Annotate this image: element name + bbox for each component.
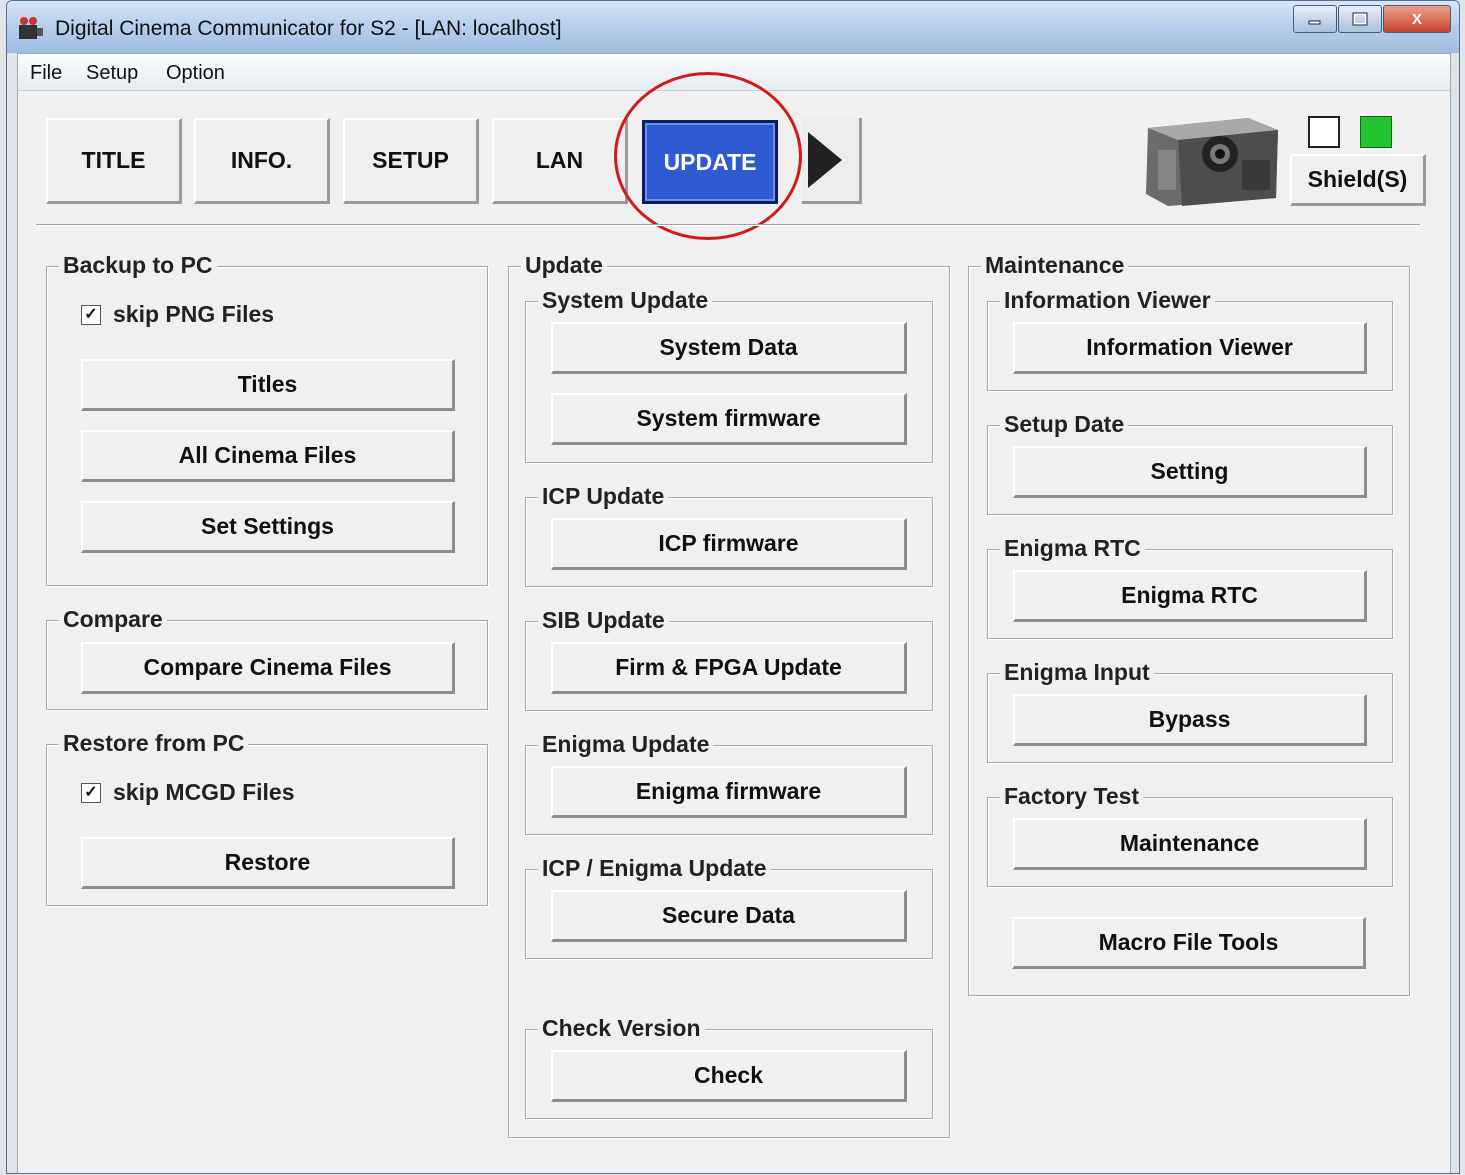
setting-button[interactable]: Setting <box>1013 446 1367 498</box>
maintenance-button[interactable]: Maintenance <box>1013 818 1367 870</box>
enigma-input-legend: Enigma Input <box>1000 659 1154 686</box>
tab-arrow-button[interactable] <box>802 118 862 204</box>
icp-firmware-button[interactable]: ICP firmware <box>551 518 907 570</box>
sib-update-legend: SIB Update <box>538 607 669 634</box>
window-title: Digital Cinema Communicator for S2 - [LA… <box>55 17 562 40</box>
update-legend: Update <box>521 252 607 279</box>
system-firmware-button[interactable]: System firmware <box>551 393 907 445</box>
restore-from-pc-group: Restore from PC ✓ skip MCGD Files Restor… <box>46 730 488 906</box>
system-update-group: System Update System Data System firmwar… <box>525 287 933 463</box>
titles-button[interactable]: Titles <box>81 359 455 411</box>
app-window: Digital Cinema Communicator for S2 - [LA… <box>6 0 1460 1174</box>
all-cinema-files-button[interactable]: All Cinema Files <box>81 430 455 482</box>
menu-option[interactable]: Option <box>166 62 225 85</box>
compare-legend: Compare <box>59 606 167 633</box>
separator <box>36 224 1420 226</box>
setup-date-legend: Setup Date <box>1000 411 1129 438</box>
backup-to-pc-group: Backup to PC ✓ skip PNG Files Titles All… <box>46 252 488 586</box>
close-glyph: X <box>1411 10 1422 28</box>
compare-group: Compare Compare Cinema Files <box>46 606 488 710</box>
check-button[interactable]: Check <box>551 1050 907 1102</box>
icp-enigma-update-group: ICP / Enigma Update Secure Data <box>525 855 933 959</box>
menu-bar: File Setup Option <box>18 54 1450 91</box>
system-data-button[interactable]: System Data <box>551 322 907 374</box>
projector-icon <box>1146 118 1278 206</box>
information-viewer-group: Information Viewer Information Viewer <box>987 287 1393 391</box>
checkbox-icon: ✓ <box>81 782 101 803</box>
icp-enigma-update-legend: ICP / Enigma Update <box>538 855 771 882</box>
tab-lan[interactable]: LAN <box>492 118 628 204</box>
secure-data-button[interactable]: Secure Data <box>551 890 907 942</box>
factory-test-legend: Factory Test <box>1000 783 1144 810</box>
check-version-legend: Check Version <box>538 1015 705 1042</box>
macro-file-tools-button[interactable]: Macro File Tools <box>1012 917 1366 969</box>
tab-setup[interactable]: SETUP <box>343 118 479 204</box>
tab-info[interactable]: INFO. <box>194 118 330 204</box>
set-settings-button[interactable]: Set Settings <box>81 501 455 553</box>
menu-setup[interactable]: Setup <box>86 62 138 85</box>
check-version-group: Check Version Check <box>525 1015 933 1119</box>
minimize-icon[interactable] <box>1293 5 1337 33</box>
title-bar[interactable]: Digital Cinema Communicator for S2 - [LA… <box>7 1 1459 53</box>
enigma-rtc-button[interactable]: Enigma RTC <box>1013 570 1367 622</box>
skip-mcgd-label: skip MCGD Files <box>113 779 295 805</box>
status-indicator-2 <box>1360 116 1392 148</box>
tab-title[interactable]: TITLE <box>46 118 182 204</box>
icp-update-group: ICP Update ICP firmware <box>525 483 933 587</box>
information-viewer-legend: Information Viewer <box>1000 287 1215 314</box>
restore-button[interactable]: Restore <box>81 837 455 889</box>
skip-mcgd-checkbox[interactable]: ✓ skip MCGD Files <box>81 779 294 806</box>
app-icon <box>19 17 43 39</box>
maintenance-group: Maintenance Information Viewer Informati… <box>968 252 1410 996</box>
checkbox-icon: ✓ <box>81 304 101 325</box>
icp-update-legend: ICP Update <box>538 483 669 510</box>
backup-legend: Backup to PC <box>59 252 217 279</box>
close-icon[interactable]: X <box>1383 5 1451 33</box>
enigma-input-group: Enigma Input Bypass <box>987 659 1393 763</box>
update-group: Update System Update System Data System … <box>508 252 950 1138</box>
enigma-rtc-legend: Enigma RTC <box>1000 535 1145 562</box>
arrow-right-icon <box>808 132 842 188</box>
tab-update[interactable]: UPDATE <box>642 120 778 204</box>
enigma-update-group: Enigma Update Enigma firmware <box>525 731 933 835</box>
sib-update-group: SIB Update Firm & FPGA Update <box>525 607 933 711</box>
compare-cinema-files-button[interactable]: Compare Cinema Files <box>81 642 455 694</box>
maximize-icon[interactable] <box>1338 5 1382 33</box>
information-viewer-button[interactable]: Information Viewer <box>1013 322 1367 374</box>
factory-test-group: Factory Test Maintenance <box>987 783 1393 887</box>
skip-png-label: skip PNG Files <box>113 301 275 327</box>
menu-file[interactable]: File <box>30 62 62 85</box>
enigma-rtc-group: Enigma RTC Enigma RTC <box>987 535 1393 639</box>
skip-png-checkbox[interactable]: ✓ skip PNG Files <box>81 301 274 328</box>
restore-legend: Restore from PC <box>59 730 249 757</box>
setup-date-group: Setup Date Setting <box>987 411 1393 515</box>
status-indicator-1 <box>1308 116 1340 148</box>
bypass-button[interactable]: Bypass <box>1013 694 1367 746</box>
maintenance-legend: Maintenance <box>981 252 1129 279</box>
shield-button[interactable]: Shield(S) <box>1290 154 1426 206</box>
system-update-legend: System Update <box>538 287 713 314</box>
enigma-firmware-button[interactable]: Enigma firmware <box>551 766 907 818</box>
client-area: File Setup Option TITLE INFO. SETUP LAN … <box>17 53 1451 1173</box>
enigma-update-legend: Enigma Update <box>538 731 714 758</box>
firm-fpga-update-button[interactable]: Firm & FPGA Update <box>551 642 907 694</box>
